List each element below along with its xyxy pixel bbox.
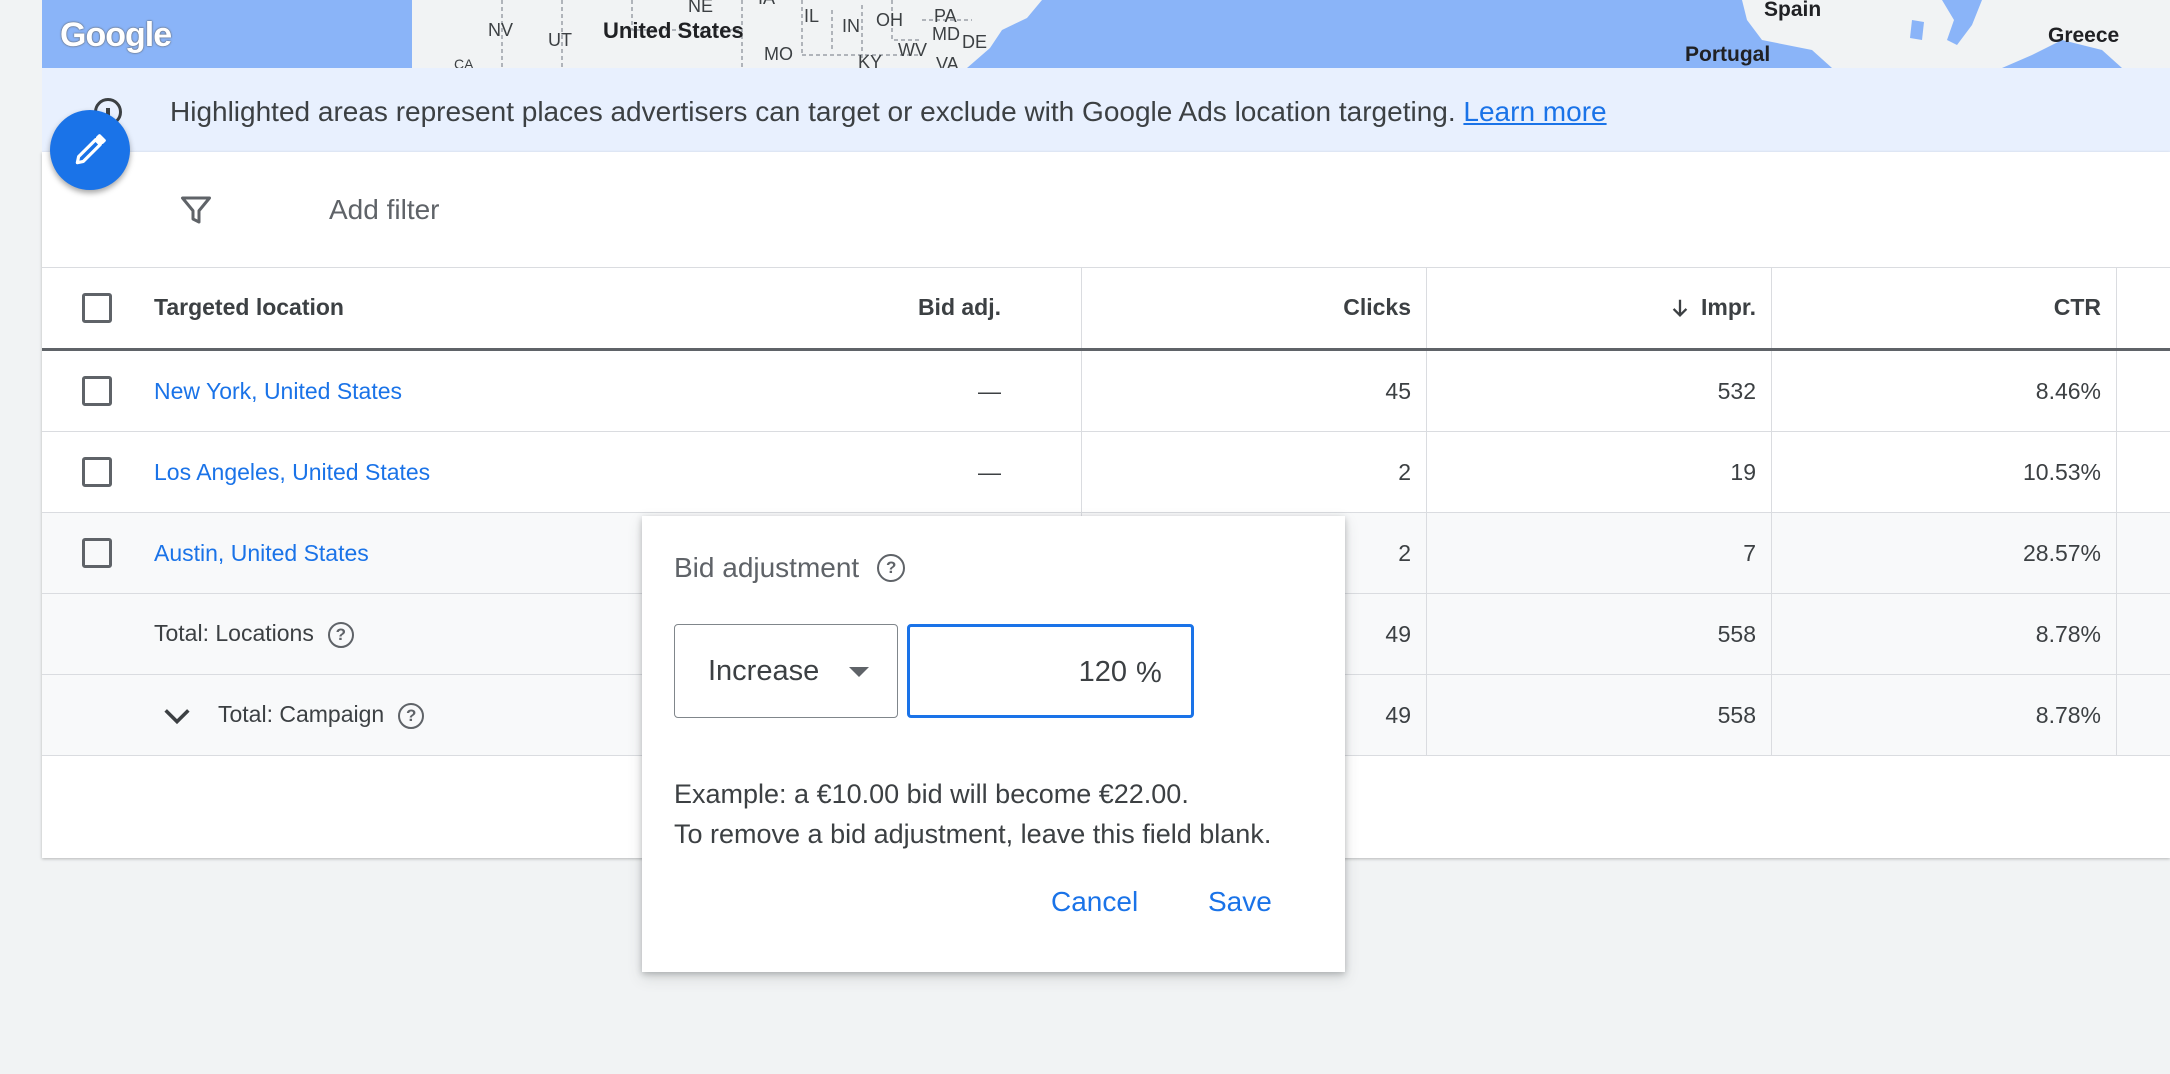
header-ctr[interactable]: CTR [1772, 267, 2117, 348]
header-location: Targeted location [42, 267, 642, 348]
header-impr[interactable]: Impr. [1427, 267, 1772, 348]
header-bid-adj[interactable]: Bid adj. [642, 267, 1082, 348]
map-label-oh: OH [876, 10, 903, 30]
cell-ctr: 8.78% [1772, 675, 2117, 755]
pencil-icon [75, 134, 106, 165]
percent-input[interactable] [920, 645, 1129, 699]
map-label-va: VA [936, 54, 959, 68]
map-label-ut: UT [548, 30, 572, 50]
filter-bar: Add filter [42, 152, 2170, 268]
location-link[interactable]: Austin, United States [154, 540, 369, 567]
total-locations-label: Total: Locations? [154, 620, 354, 648]
cancel-button[interactable]: Cancel [1051, 886, 1138, 918]
bid-adjustment-popup: Bid adjustment ? Increase % Example: a €… [642, 516, 1345, 972]
location-link[interactable]: New York, United States [154, 378, 402, 405]
map-label-md: MD [932, 24, 960, 44]
cell-location: Austin, United States [42, 513, 642, 593]
learn-more-link[interactable]: Learn more [1463, 96, 1606, 127]
percent-input-field[interactable]: % [907, 624, 1194, 718]
cell-total-locations: Total: Locations? [42, 594, 642, 674]
cell-ctr: 8.46% [1772, 351, 2117, 431]
cell-ctr: 28.57% [1772, 513, 2117, 593]
map-label-ne: NE [688, 0, 714, 16]
map-label-nv: NV [488, 20, 514, 40]
table-header-row: Targeted location Bid adj. Clicks Impr. … [42, 267, 2170, 351]
chevron-down-icon[interactable] [160, 699, 194, 733]
map-label-il: IL [804, 6, 820, 26]
help-icon[interactable]: ? [877, 554, 906, 582]
cell-location: Los Angeles, United States [42, 432, 642, 512]
table-row: New York, United States — 45 532 8.46% [42, 351, 2170, 432]
row-checkbox[interactable] [82, 457, 112, 487]
total-campaign-label: Total: Campaign? [218, 701, 425, 729]
cell-clicks: 45 [1082, 351, 1427, 431]
percent-suffix: % [1136, 657, 1162, 689]
example-text: Example: a €10.00 bid will become €22.00… [674, 774, 1271, 854]
select-value: Increase [708, 655, 820, 687]
map-label-wv: WV [898, 40, 927, 60]
map-label-greece: Greece [2048, 24, 2120, 47]
map-label-portugal: Portugal [1685, 43, 1771, 66]
map-label-united-states: United States [603, 18, 744, 43]
banner-text: Highlighted areas represent places adver… [170, 96, 1607, 128]
map-preview[interactable]: Google NV UT CA United States NE IA IL I… [42, 0, 2170, 68]
cell-impr: 558 [1427, 594, 1772, 674]
map-label-spain: Spain [1764, 0, 1822, 21]
cell-location: New York, United States [42, 351, 642, 431]
map-land-shapes [412, 0, 2170, 68]
popup-title-text: Bid adjustment [674, 552, 860, 583]
example-line-1: Example: a €10.00 bid will become €22.00… [674, 779, 1189, 809]
map-label-ca: CA [454, 56, 474, 68]
header-impr-label: Impr. [1701, 294, 1756, 320]
save-button[interactable]: Save [1208, 886, 1272, 918]
example-line-2: To remove a bid adjustment, leave this f… [674, 819, 1272, 849]
cell-bid-adj[interactable]: — [642, 432, 1082, 512]
location-link[interactable]: Los Angeles, United States [154, 459, 430, 486]
total-locations-text: Total: Locations [154, 620, 314, 647]
filter-icon[interactable] [178, 192, 214, 228]
cell-impr: 7 [1427, 513, 1772, 593]
map-label-ia: IA [758, 0, 775, 9]
header-clicks[interactable]: Clicks [1082, 267, 1427, 348]
banner-message: Highlighted areas represent places adver… [170, 96, 1456, 127]
map-label-mo: MO [764, 44, 793, 64]
row-checkbox[interactable] [82, 538, 112, 568]
help-icon[interactable]: ? [398, 702, 425, 729]
cell-impr: 532 [1427, 351, 1772, 431]
cell-ctr: 10.53% [1772, 432, 2117, 512]
cell-impr: 19 [1427, 432, 1772, 512]
info-banner: Highlighted areas represent places adver… [42, 68, 2170, 153]
map-label-de: DE [962, 32, 988, 52]
sort-down-icon [1672, 299, 1688, 317]
adjustment-direction-select[interactable]: Increase [674, 624, 898, 718]
google-logo: Google [60, 16, 172, 54]
dropdown-arrow-icon [849, 667, 869, 677]
cell-ctr: 8.78% [1772, 594, 2117, 674]
row-checkbox[interactable] [82, 376, 112, 406]
select-all-checkbox[interactable] [82, 292, 112, 323]
edit-fab-button[interactable] [50, 110, 130, 190]
cell-bid-adj[interactable]: — [642, 351, 1082, 431]
cell-total-campaign: Total: Campaign? [42, 675, 642, 755]
header-location-label: Targeted location [154, 294, 344, 320]
cell-clicks: 2 [1082, 432, 1427, 512]
map-label-in: IN [842, 16, 860, 36]
popup-title: Bid adjustment ? [674, 552, 906, 584]
table-row: Los Angeles, United States — 2 19 10.53% [42, 432, 2170, 513]
cell-impr: 558 [1427, 675, 1772, 755]
map-label-ky: KY [858, 52, 883, 68]
help-icon[interactable]: ? [327, 621, 354, 648]
add-filter-button[interactable]: Add filter [329, 194, 440, 226]
total-campaign-text: Total: Campaign [218, 701, 385, 728]
